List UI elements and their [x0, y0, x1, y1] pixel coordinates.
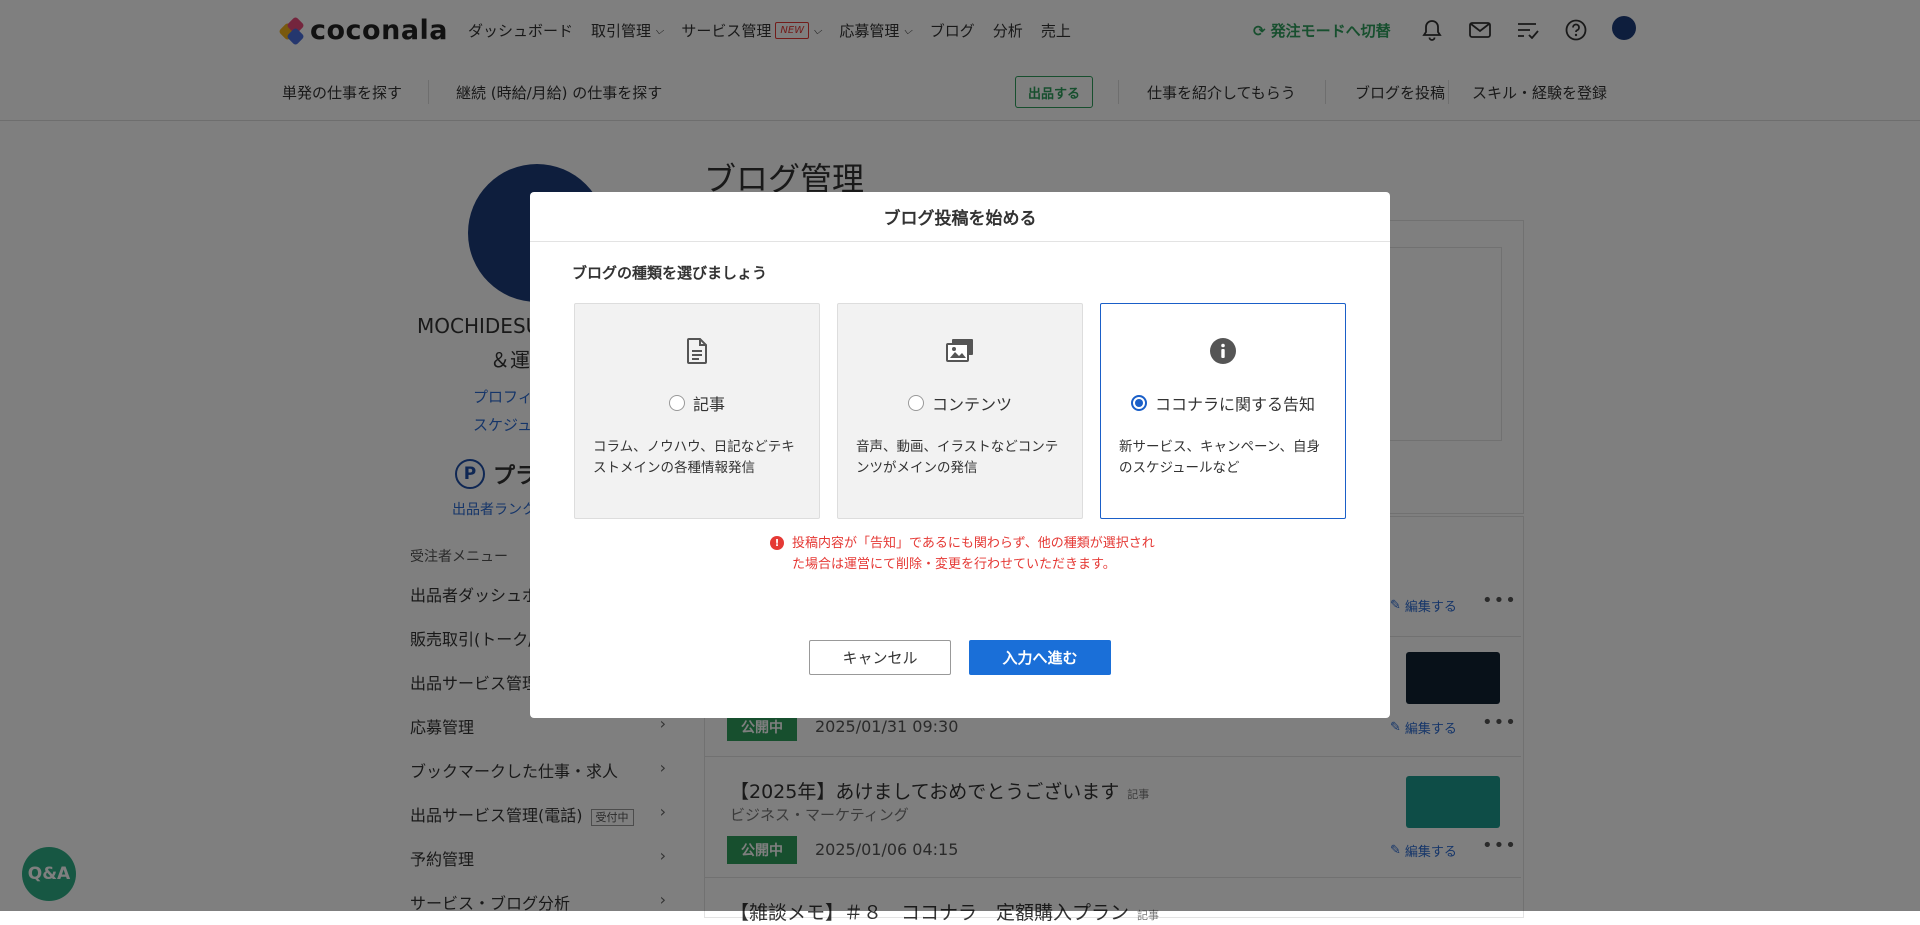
radio-content[interactable]: [907, 395, 924, 411]
option-description: 音声、動画、イラストなどコンテンツがメインの発信: [856, 439, 1059, 476]
option-article[interactable]: 記事 コラム、ノウハウ、日記などテキストメインの各種情報発信: [574, 303, 820, 519]
option-content[interactable]: コンテンツ 音声、動画、イラストなどコンテンツがメインの発信: [837, 303, 1083, 519]
warning-message: ! 投稿内容が「告知」であるにも関わらず、他の種類が選択された場合は運営にて削除…: [770, 533, 1162, 575]
option-description: コラム、ノウハウ、日記などテキストメインの各種情報発信: [593, 439, 795, 476]
info-icon: [1210, 338, 1236, 368]
warning-text: 投稿内容が「告知」であるにも関わらず、他の種類が選択された場合は運営にて削除・変…: [792, 536, 1155, 572]
option-description: 新サービス、キャンペーン、自身のスケジュールなど: [1119, 439, 1321, 476]
radio-article[interactable]: [668, 395, 685, 411]
start-blog-modal: ブログ投稿を始める ブログの種類を選びましょう 記事 コラム、ノウハウ、日記など…: [530, 192, 1390, 718]
option-announcement[interactable]: ココナラに関する告知 新サービス、キャンペーン、自身のスケジュールなど: [1100, 303, 1346, 519]
option-label: ココナラに関する告知: [1154, 395, 1315, 414]
radio-announcement[interactable]: [1130, 395, 1147, 411]
modal-subtitle: ブログの種類を選びましょう: [572, 264, 768, 282]
document-icon: [687, 338, 707, 368]
cancel-button[interactable]: キャンセル: [809, 640, 951, 675]
option-label: コンテンツ: [931, 395, 1012, 414]
modal-title: ブログ投稿を始める: [530, 192, 1390, 242]
option-label: 記事: [692, 395, 725, 414]
exclamation-icon: !: [770, 536, 784, 550]
images-icon: [946, 338, 974, 366]
proceed-to-input-button[interactable]: 入力へ進む: [969, 640, 1111, 675]
